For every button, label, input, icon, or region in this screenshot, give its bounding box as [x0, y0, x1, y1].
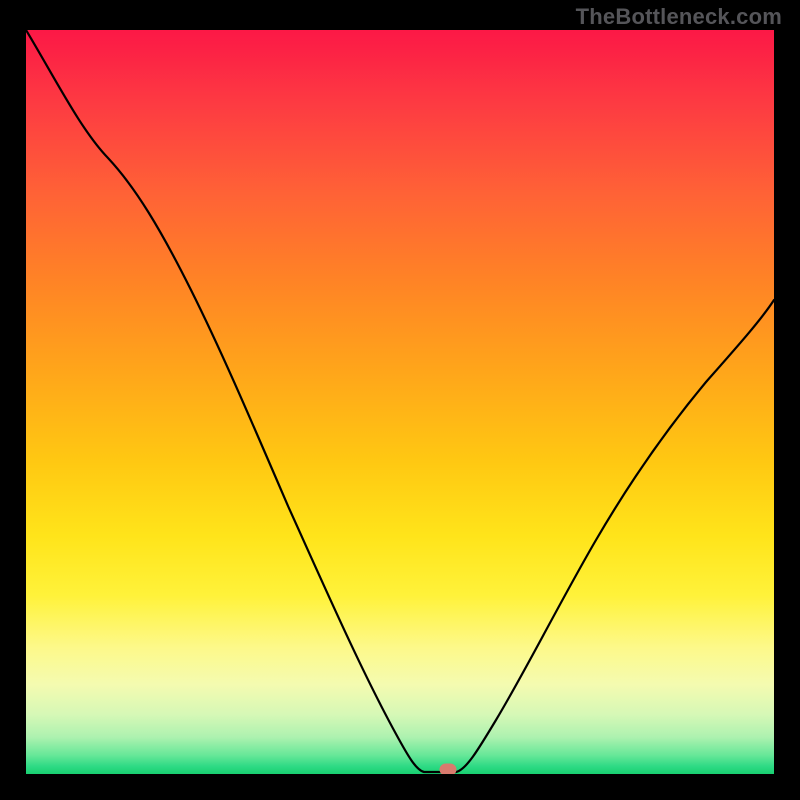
plot-area	[26, 30, 774, 774]
minimum-marker	[440, 764, 456, 774]
chart-svg	[26, 30, 774, 774]
chart-frame: TheBottleneck.com	[0, 0, 800, 800]
bottleneck-curve	[26, 30, 774, 772]
watermark-text: TheBottleneck.com	[576, 4, 782, 30]
